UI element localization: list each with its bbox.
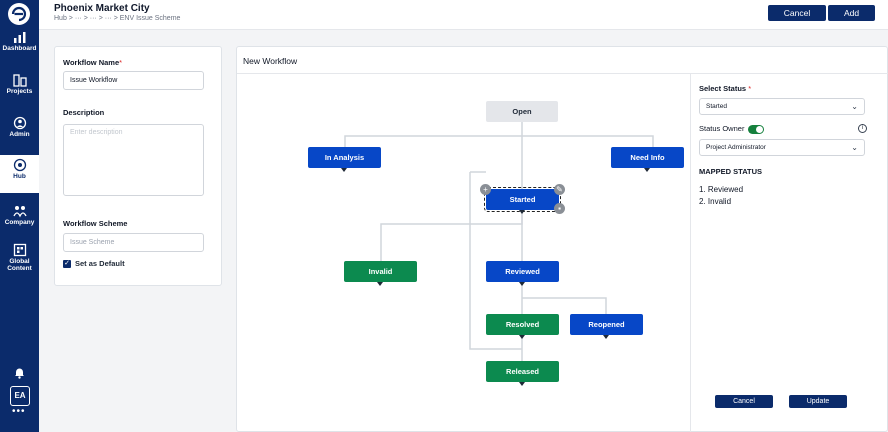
- sidebar-item-label: Hub: [13, 173, 26, 180]
- workflow-connectors: [344, 122, 654, 374]
- sidebar-item-label: Projects: [6, 88, 33, 95]
- app-logo[interactable]: [8, 3, 30, 25]
- top-header: Phoenix Market City Hub > ··· > ··· > ··…: [39, 0, 888, 30]
- sidebar-item-dashboard[interactable]: Dashboard: [0, 27, 39, 65]
- node-released[interactable]: Released: [486, 361, 559, 386]
- set-default-label: Set as Default: [75, 259, 125, 268]
- sidebar-item-projects[interactable]: Projects: [0, 70, 39, 108]
- sidebar: Dashboard Projects Admin Hub Company Glo…: [0, 0, 39, 432]
- node-need-info[interactable]: Need Info: [611, 147, 684, 172]
- chevron-down-icon: ⌄: [851, 102, 858, 111]
- global-content-icon: [13, 243, 26, 257]
- status-owner-toggle[interactable]: [748, 125, 764, 134]
- status-owner-label: Status Owner: [699, 124, 745, 133]
- mapped-status-item: 1. Reviewed: [699, 185, 744, 194]
- more-icon[interactable]: •••: [12, 406, 26, 417]
- workflow-canvas[interactable]: Open In Analysis Need Info Started + ✎ ▪…: [237, 74, 690, 432]
- breadcrumb[interactable]: Hub > ··· > ··· > ··· > ENV Issue Scheme: [54, 15, 180, 22]
- node-invalid[interactable]: Invalid: [344, 261, 417, 286]
- status-select[interactable]: Started ⌄: [699, 98, 865, 115]
- node-label: Reopened: [588, 320, 625, 329]
- edit-icon[interactable]: ✎: [554, 184, 565, 195]
- status-select-value: Started: [706, 103, 727, 110]
- sidebar-item-label: Global Content: [7, 258, 32, 272]
- sidebar-item-admin[interactable]: Admin: [0, 113, 39, 151]
- sidebar-item-label: Dashboard: [2, 45, 37, 52]
- owner-select-value: Project Administrator: [706, 144, 766, 151]
- workflow-name-input[interactable]: Issue Workflow: [63, 71, 204, 90]
- status-cancel-button[interactable]: Cancel: [715, 395, 773, 408]
- node-reviewed[interactable]: Reviewed: [486, 261, 559, 286]
- sidebar-item-company[interactable]: Company: [0, 201, 39, 239]
- sidebar-item-label: Company: [4, 219, 35, 226]
- workflow-form-panel: Workflow Name* Issue Workflow Descriptio…: [54, 46, 222, 286]
- workflow-name-label: Workflow Name*: [63, 58, 123, 67]
- mapped-status-title: MAPPED STATUS: [699, 167, 763, 176]
- workflow-scheme-input[interactable]: Issue Scheme: [63, 233, 204, 252]
- admin-icon: [13, 116, 26, 130]
- bell-icon[interactable]: [13, 366, 26, 379]
- sidebar-item-label: Admin: [9, 131, 30, 138]
- company-icon: [12, 206, 27, 218]
- node-label: Invalid: [368, 267, 393, 276]
- add-button[interactable]: Add: [828, 5, 875, 21]
- node-label: Reviewed: [505, 267, 540, 276]
- description-label: Description: [63, 108, 105, 117]
- node-label: Started: [509, 195, 536, 204]
- chevron-down-icon: ⌄: [851, 143, 858, 152]
- node-label: Open: [512, 107, 532, 116]
- node-resolved[interactable]: Resolved: [486, 314, 559, 339]
- node-in-analysis[interactable]: In Analysis: [308, 147, 381, 172]
- node-open[interactable]: Open: [486, 101, 558, 122]
- dashboard-icon: [13, 32, 25, 43]
- node-reopened[interactable]: Reopened: [570, 314, 643, 339]
- node-label: In Analysis: [324, 153, 365, 162]
- mapped-status-item: 2. Invalid: [699, 197, 732, 206]
- sidebar-item-hub[interactable]: Hub: [0, 155, 39, 193]
- node-label: Resolved: [505, 320, 540, 329]
- workflow-panel-title: New Workflow: [243, 56, 298, 66]
- workflow-panel: New Workflow Open In Analysis Need Info …: [236, 46, 888, 432]
- delete-icon[interactable]: ▪: [554, 203, 565, 214]
- node-started[interactable]: Started: [484, 187, 561, 214]
- workflow-scheme-label: Workflow Scheme: [63, 219, 128, 228]
- node-label: Need Info: [630, 153, 665, 162]
- select-status-label: Select Status *: [699, 84, 752, 93]
- status-update-button[interactable]: Update: [789, 395, 847, 408]
- avatar[interactable]: EA: [10, 386, 30, 406]
- page-title: Phoenix Market City: [54, 3, 150, 14]
- sidebar-item-global-content[interactable]: Global Content: [0, 240, 39, 276]
- projects-icon: [12, 74, 27, 87]
- add-transition-icon[interactable]: +: [480, 184, 491, 195]
- owner-select[interactable]: Project Administrator ⌄: [699, 139, 865, 156]
- set-default-checkbox[interactable]: ✓: [63, 260, 71, 268]
- hub-icon: [13, 158, 26, 172]
- description-textarea[interactable]: Enter description: [63, 124, 204, 196]
- node-label: Released: [506, 367, 539, 376]
- status-panel: Select Status * Started ⌄ Status Owner i…: [690, 74, 888, 432]
- info-icon[interactable]: i: [858, 124, 867, 133]
- cancel-button[interactable]: Cancel: [768, 5, 826, 21]
